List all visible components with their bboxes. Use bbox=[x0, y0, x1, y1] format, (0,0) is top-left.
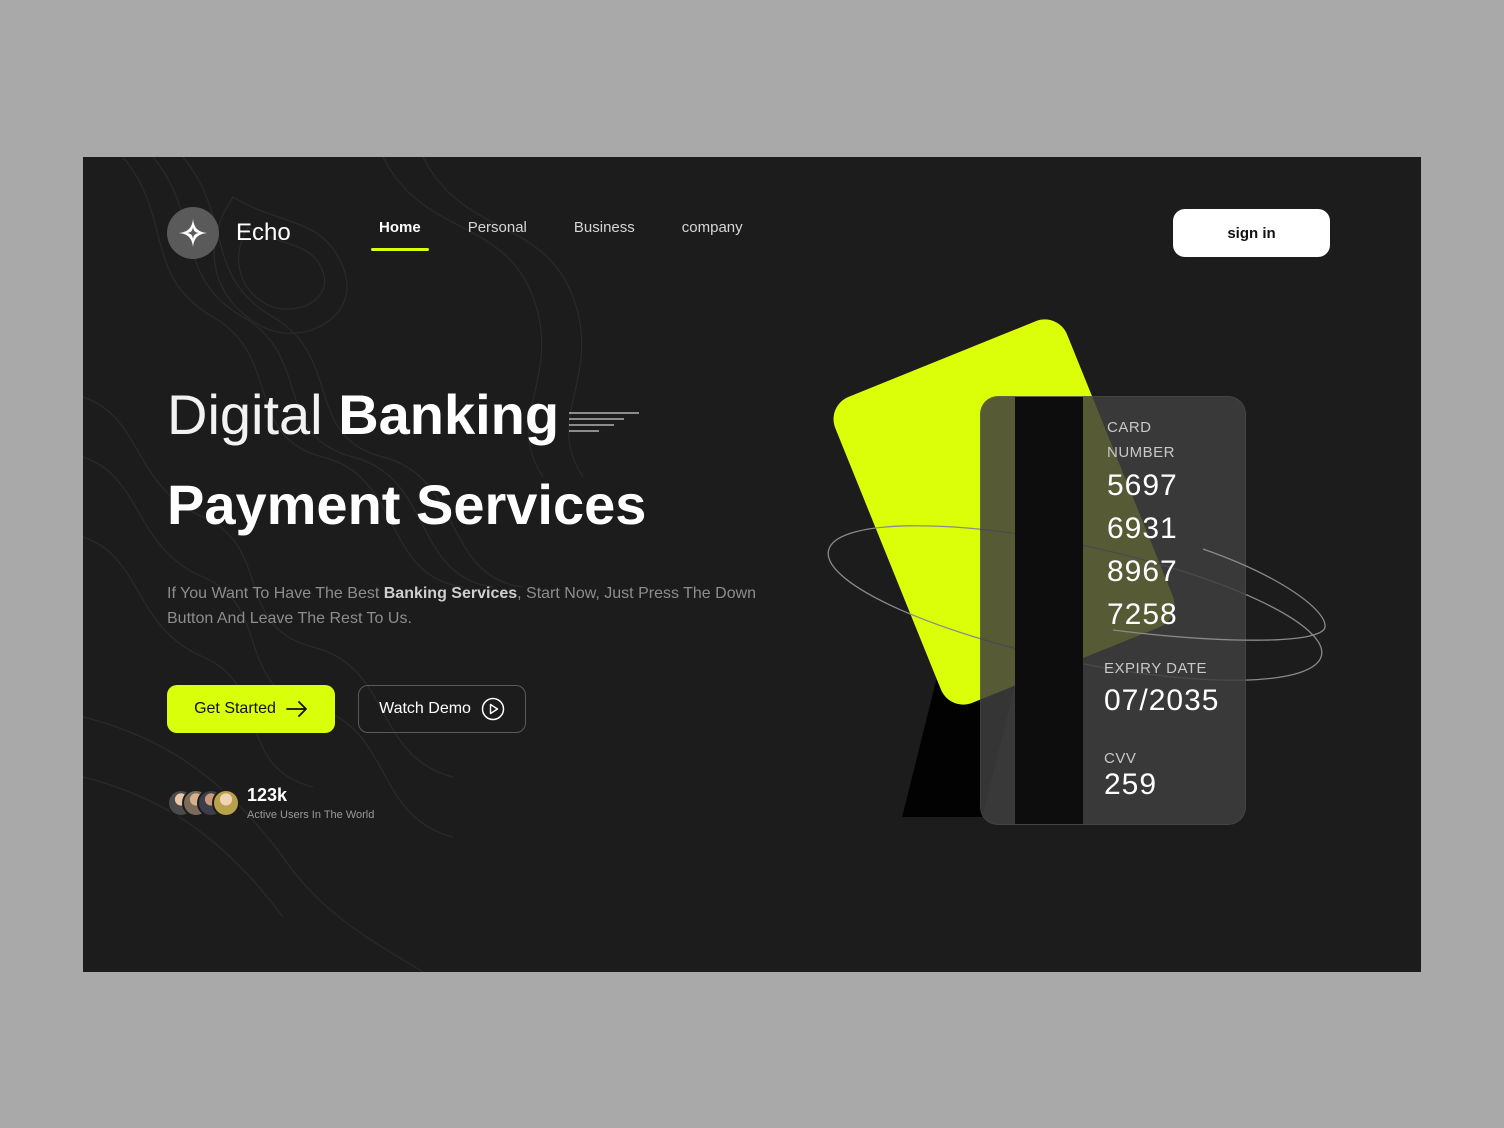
sparkle-star-icon bbox=[167, 207, 219, 259]
hero-title-light: Digital bbox=[167, 383, 323, 446]
user-avatars bbox=[167, 789, 240, 817]
avatar bbox=[212, 789, 240, 817]
nav-item-company[interactable]: company bbox=[682, 219, 743, 236]
get-started-label: Get Started bbox=[194, 700, 276, 717]
main-nav: Home Personal Business company bbox=[371, 219, 790, 251]
active-users-count: 123k bbox=[247, 785, 288, 805]
active-users-label: Active Users In The World bbox=[247, 809, 375, 821]
landing-page-frame: Echo Home Personal Business company sign… bbox=[83, 157, 1421, 972]
card-number-group: 5697 bbox=[1107, 469, 1178, 502]
watch-demo-label: Watch Demo bbox=[379, 700, 471, 717]
active-users-text: 123k Active Users In The World bbox=[247, 785, 374, 821]
credit-card-illustration: CARD NUMBER 5697 6931 8967 7258 EXPIRY D… bbox=[813, 312, 1333, 847]
hero-desc-part1: If You Want To Have The Best bbox=[167, 585, 384, 602]
play-circle-icon bbox=[481, 697, 505, 721]
card-front: CARD NUMBER 5697 6931 8967 7258 EXPIRY D… bbox=[980, 396, 1246, 825]
cvv-label: CVV bbox=[1104, 750, 1137, 767]
sign-in-button[interactable]: sign in bbox=[1173, 209, 1330, 257]
hero-title-line1: Digital Banking bbox=[167, 385, 559, 445]
cvv-value: 259 bbox=[1104, 768, 1158, 801]
card-number-group: 7258 bbox=[1107, 598, 1178, 631]
expiry-date-label: EXPIRY DATE bbox=[1104, 660, 1208, 677]
nav-item-business[interactable]: Business bbox=[574, 219, 635, 236]
hero-title-bold: Banking bbox=[338, 383, 560, 446]
hero-title-line2: Payment Services bbox=[167, 473, 647, 536]
get-started-button[interactable]: Get Started bbox=[167, 685, 335, 733]
card-number-group: 8967 bbox=[1107, 555, 1178, 588]
hero-desc-bold: Banking Services bbox=[383, 585, 518, 602]
nav-item-home[interactable]: Home bbox=[371, 219, 429, 251]
card-number-group: 6931 bbox=[1107, 512, 1178, 545]
speed-lines-icon bbox=[569, 412, 639, 432]
brand-logo[interactable]: Echo bbox=[167, 207, 291, 259]
active-users: 123k Active Users In The World bbox=[167, 785, 374, 821]
arrow-right-icon bbox=[286, 701, 308, 717]
hero-description: If You Want To Have The Best Banking Ser… bbox=[167, 581, 757, 631]
watch-demo-button[interactable]: Watch Demo bbox=[358, 685, 526, 733]
expiry-date-value: 07/2035 bbox=[1104, 684, 1220, 717]
card-number-label-1: CARD bbox=[1107, 419, 1152, 436]
magnetic-stripe bbox=[1015, 397, 1083, 824]
card-number-label-2: NUMBER bbox=[1107, 444, 1176, 461]
brand-name: Echo bbox=[236, 219, 291, 246]
nav-item-personal[interactable]: Personal bbox=[468, 219, 527, 236]
